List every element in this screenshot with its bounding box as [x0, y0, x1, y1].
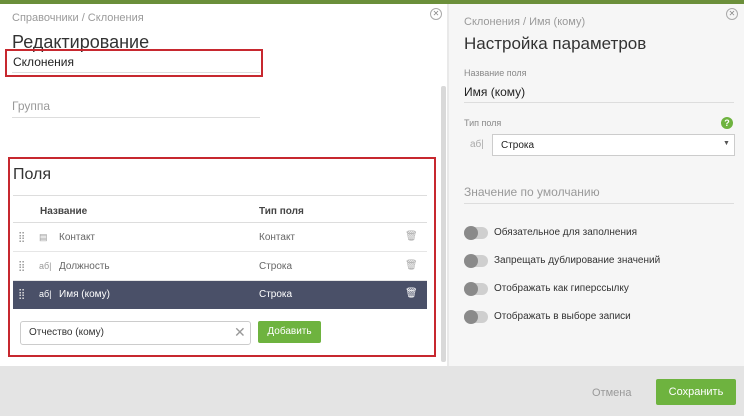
show-in-picker-label: Отображать в выборе записи [494, 311, 631, 322]
scrollbar[interactable] [441, 86, 446, 362]
hyperlink-label: Отображать как гиперссылку [494, 283, 629, 294]
column-header-name: Название [40, 206, 88, 217]
add-field-button[interactable]: Добавить [258, 321, 321, 343]
field-name-label: Название поля [464, 68, 527, 78]
footer-bar [0, 366, 744, 416]
settings-title: Настройка параметров [464, 34, 647, 53]
chevron-down-icon[interactable]: ▼ [723, 140, 730, 147]
trash-icon[interactable]: 🗑 [405, 288, 418, 299]
fields-heading: Поля [13, 166, 52, 183]
help-icon[interactable]: ? [721, 117, 733, 129]
new-field-input[interactable]: Отчество (кому) [20, 321, 251, 345]
cancel-button[interactable]: Отмена [592, 387, 631, 399]
row-name: Имя (кому) [59, 289, 110, 300]
save-button[interactable]: Сохранить [656, 379, 736, 405]
group-underline [12, 117, 260, 118]
fields-divider [13, 195, 427, 196]
row-type: Строка [259, 289, 293, 300]
group-input[interactable]: Группа [12, 99, 50, 113]
string-type-icon: аб| [470, 139, 484, 150]
trash-icon[interactable]: 🗑 [405, 260, 418, 271]
close-icon[interactable]: ✕ [430, 8, 442, 20]
column-header-type: Тип поля [259, 206, 304, 217]
drag-handle-icon[interactable]: ⣿ [18, 289, 25, 300]
close-icon[interactable]: ✕ [726, 8, 738, 20]
required-toggle[interactable] [464, 226, 488, 240]
clear-icon[interactable]: ✕ [234, 324, 246, 341]
name-input[interactable]: Склонения [13, 55, 74, 69]
string-field-icon: аб| [39, 289, 52, 299]
drag-handle-icon[interactable]: ⣿ [18, 232, 25, 243]
no-duplicates-label: Запрещать дублирование значений [494, 255, 661, 266]
table-row[interactable]: ⣿ ▤ Контакт Контакт 🗑 [13, 224, 427, 252]
default-value-underline [464, 203, 734, 204]
row-type: Строка [259, 261, 293, 272]
string-field-icon: аб| [39, 261, 52, 271]
name-underline [12, 72, 260, 73]
field-name-underline [464, 102, 734, 103]
header-divider [13, 222, 427, 223]
table-row-selected[interactable]: ⣿ аб| Имя (кому) Строка 🗑 [13, 281, 427, 309]
table-row[interactable]: ⣿ аб| Должность Строка 🗑 [13, 253, 427, 281]
trash-icon[interactable]: 🗑 [405, 231, 418, 242]
hyperlink-toggle[interactable] [464, 282, 488, 296]
breadcrumb: Справочники / Склонения [12, 12, 144, 24]
type-select[interactable]: Строка [492, 134, 735, 156]
type-label: Тип поля [464, 118, 502, 128]
row-name: Контакт [59, 232, 96, 243]
settings-breadcrumb: Склонения / Имя (кому) [464, 16, 586, 28]
field-name-input[interactable]: Имя (кому) [464, 85, 525, 99]
row-name: Должность [59, 261, 110, 272]
required-label: Обязательное для заполнения [494, 227, 638, 238]
drag-handle-icon[interactable]: ⣿ [18, 261, 25, 272]
row-type: Контакт [259, 232, 296, 243]
no-duplicates-toggle[interactable] [464, 254, 488, 268]
show-in-picker-toggle[interactable] [464, 310, 488, 324]
contact-field-icon: ▤ [39, 232, 48, 242]
default-value-input[interactable]: Значение по умолчанию [464, 185, 600, 199]
